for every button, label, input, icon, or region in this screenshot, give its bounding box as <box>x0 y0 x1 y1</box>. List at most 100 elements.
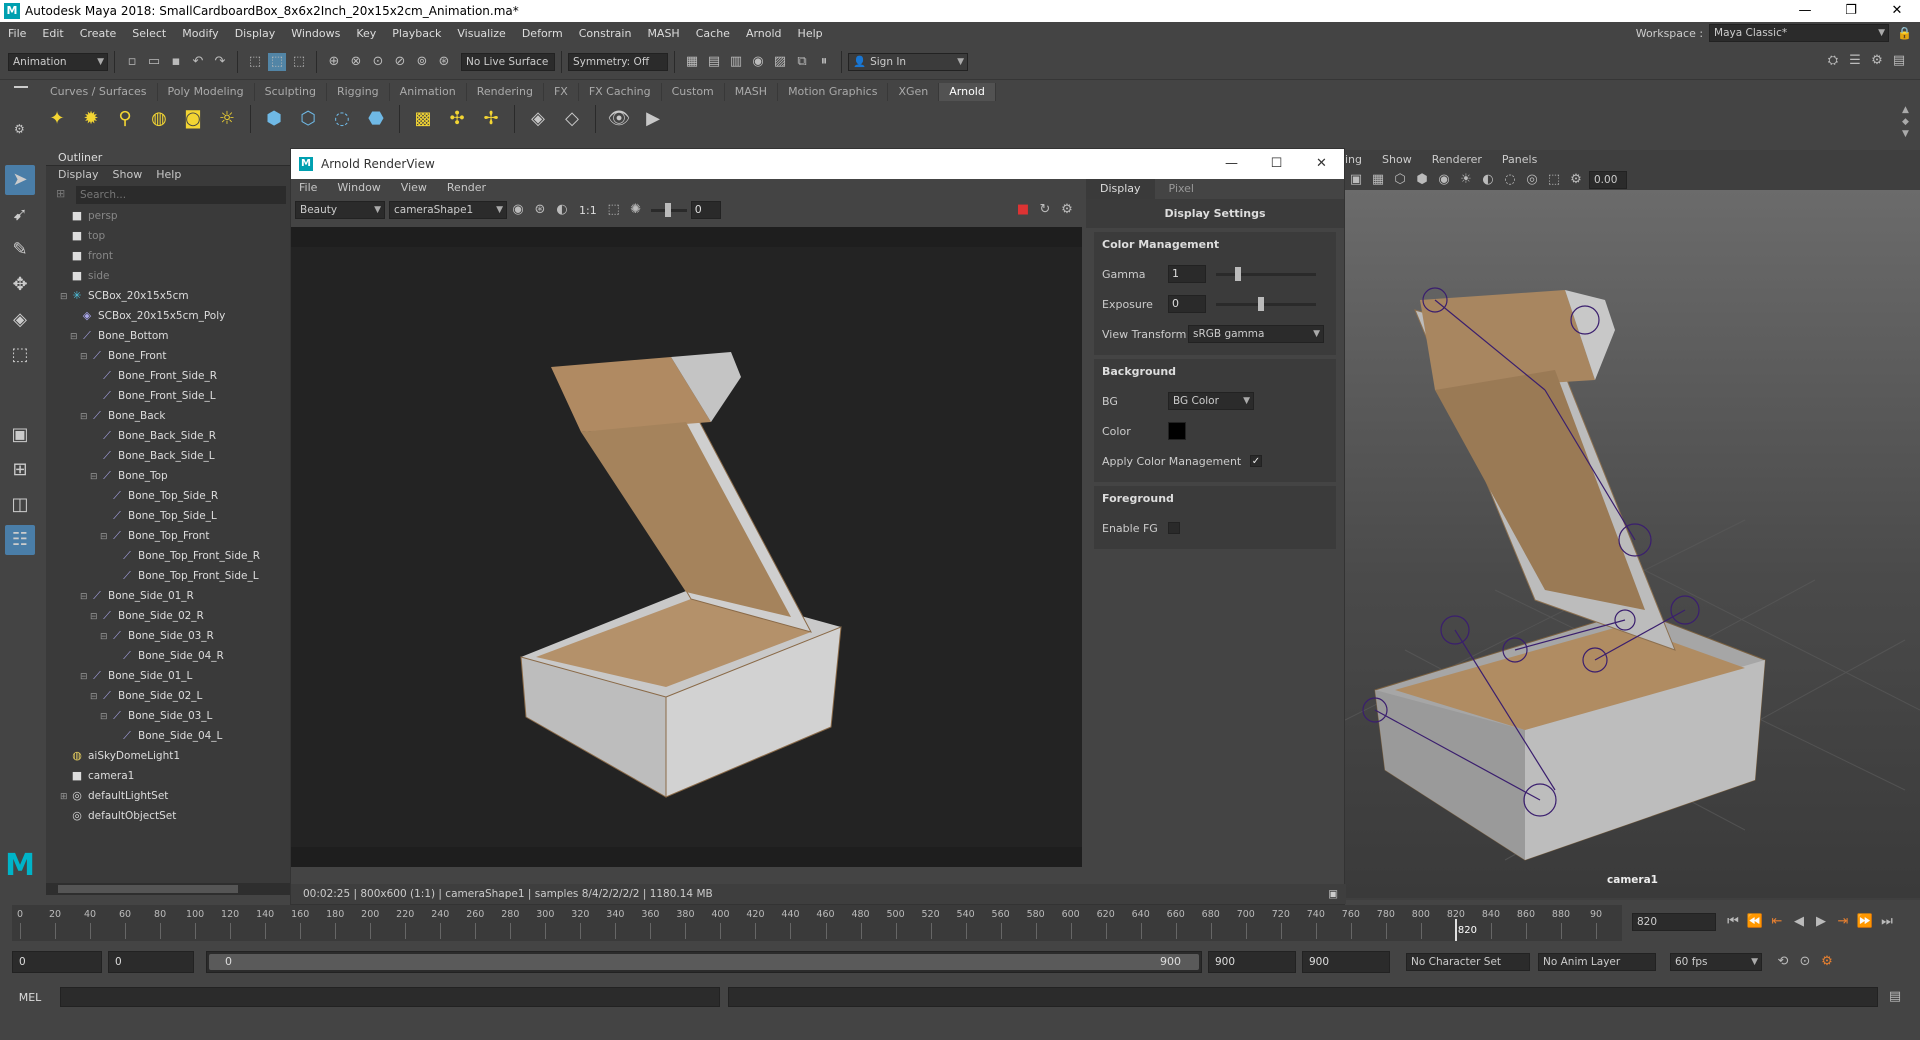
stop-render-icon[interactable]: ■ <box>1014 201 1032 219</box>
ipr-render-icon[interactable]: ▤ <box>705 53 723 71</box>
vp-resolution-icon[interactable]: ⬚ <box>1545 171 1563 189</box>
physical-sky-icon[interactable]: ☼ <box>213 105 241 133</box>
live-surface-field[interactable]: No Live Surface <box>461 52 555 71</box>
shelf-menu-icon[interactable] <box>14 86 28 88</box>
fps-dropdown[interactable]: 60 fps ▼ <box>1670 953 1762 971</box>
display-exposure-field[interactable]: 0 <box>1168 295 1206 313</box>
expand-toggle-icon[interactable]: ⊞ <box>60 787 70 807</box>
vp-menu-ing[interactable]: ing <box>1345 150 1362 170</box>
shelf-tab-mash[interactable]: MASH <box>725 83 779 101</box>
step-forward-frame-icon[interactable]: ⇥ <box>1834 913 1852 931</box>
outliner-item[interactable]: ⟋ Bone_Side_04_L <box>60 726 290 746</box>
light-portal-icon[interactable]: ◙ <box>179 105 207 133</box>
anim-start-field[interactable]: 0 <box>108 951 194 973</box>
outliner-item[interactable]: ⟋ Bone_Side_04_R <box>60 646 290 666</box>
step-forward-key-icon[interactable]: ⏩ <box>1856 913 1874 931</box>
menu-help[interactable]: Help <box>790 27 831 40</box>
outliner-item[interactable]: ⟋ Bone_Top_Side_L <box>60 506 290 526</box>
vp-menu-renderer[interactable]: Renderer <box>1432 150 1482 170</box>
render-mode-icon[interactable]: ◉ <box>509 201 527 219</box>
camera-dropdown[interactable]: cameraShape1 ▼ <box>389 201 507 219</box>
shelf-tab-xgen[interactable]: XGen <box>888 83 940 101</box>
outliner-item[interactable]: ⊟ ⟋ Bone_Front <box>60 346 290 366</box>
vp-menu-show[interactable]: Show <box>1382 150 1412 170</box>
new-scene-icon[interactable]: ▫ <box>123 53 141 71</box>
close-button[interactable]: ✕ <box>1874 0 1920 22</box>
tool-settings-icon[interactable]: ⚙ <box>1868 52 1886 70</box>
menu-deform[interactable]: Deform <box>514 27 571 40</box>
go-to-end-icon[interactable]: ⏭ <box>1878 913 1896 931</box>
select-component-icon[interactable]: ⬚ <box>290 53 308 71</box>
outliner-item[interactable]: ⟋ Bone_Back_Side_L <box>60 446 290 466</box>
modeling-toolkit-icon[interactable]: ⛭ <box>1824 52 1842 70</box>
photometric-light-icon[interactable]: ⚲ <box>111 105 139 133</box>
vp-isolate-icon[interactable]: ◎ <box>1523 171 1541 189</box>
mel-label[interactable]: MEL <box>0 991 60 1004</box>
vp-wireframe-icon[interactable]: ⬡ <box>1391 171 1409 189</box>
outliner-item[interactable]: ◎ defaultObjectSet <box>60 806 290 826</box>
undo-icon[interactable]: ↶ <box>189 53 207 71</box>
time-ruler[interactable]: 0 20 40 60 80 100 120 140 160 180 200 220 240 260 280 3… <box>12 905 1622 941</box>
snap-view-icon[interactable]: ⊘ <box>391 53 409 71</box>
mel-input[interactable] <box>60 987 720 1007</box>
auto-key-icon[interactable]: ⊙ <box>1796 953 1814 971</box>
script-editor-icon[interactable]: ▤ <box>1886 988 1904 1006</box>
outliner-item[interactable]: ⊟ ⟋ Bone_Side_02_L <box>60 686 290 706</box>
vp-exposure-icon[interactable]: ⚙ <box>1567 171 1585 189</box>
gamma-field[interactable]: 1 <box>1168 265 1206 283</box>
viewport-scene[interactable]: camera1 <box>1344 190 1920 898</box>
snap-grid-icon[interactable]: ⊕ <box>325 53 343 71</box>
exposure-slider-knob[interactable] <box>1258 296 1265 311</box>
menu-cache[interactable]: Cache <box>688 27 738 40</box>
menu-file[interactable]: File <box>0 27 34 40</box>
rotate-tool-icon[interactable]: ◈ <box>5 305 35 335</box>
enable-fg-checkbox[interactable] <box>1168 522 1180 534</box>
aov-dropdown[interactable]: Beauty ▼ <box>295 201 385 219</box>
outliner-item[interactable]: ⟋ Bone_Top_Front_Side_R <box>60 546 290 566</box>
anim-prefs-icon[interactable]: ⚙ <box>1818 953 1836 971</box>
snap-pivot-icon[interactable]: ⊛ <box>435 53 453 71</box>
step-back-frame-icon[interactable]: ⇤ <box>1768 913 1786 931</box>
outliner-item[interactable]: ■ persp <box>60 206 290 226</box>
expand-toggle-icon[interactable]: ⊟ <box>90 607 100 627</box>
shelf-tab-sculpting[interactable]: Sculpting <box>255 83 327 101</box>
vp-exposure-field[interactable]: 0.00 <box>1589 171 1627 189</box>
snap-curve-icon[interactable]: ⊗ <box>347 53 365 71</box>
menu-arnold[interactable]: Arnold <box>738 27 790 40</box>
material-icon[interactable]: ◈ <box>524 105 552 133</box>
render-view-icon[interactable]: ▨ <box>771 53 789 71</box>
rv-close-button[interactable]: ✕ <box>1299 149 1344 179</box>
search-filter-icon[interactable]: ⊞ <box>56 187 65 200</box>
bg-dropdown[interactable]: BG Color ▼ <box>1168 392 1254 410</box>
anim-layer-dropdown[interactable]: No Anim Layer <box>1538 953 1656 971</box>
rv-menu-file[interactable]: File <box>299 179 317 197</box>
outliner-menu-help[interactable]: Help <box>156 166 181 184</box>
outliner-item[interactable]: ⟋ Bone_Top_Front_Side_L <box>60 566 290 586</box>
vp-menu-panels[interactable]: Panels <box>1502 150 1537 170</box>
gamma-slider-knob[interactable] <box>1234 266 1241 281</box>
outliner-item[interactable]: ■ front <box>60 246 290 266</box>
outliner-item[interactable]: ■ camera1 <box>60 766 290 786</box>
outliner-item[interactable]: ⟋ Bone_Front_Side_L <box>60 386 290 406</box>
vp-grid-icon[interactable]: ▦ <box>1369 171 1387 189</box>
export-standin-icon[interactable]: ⬡ <box>294 105 322 133</box>
snap-surface-icon[interactable]: ⊚ <box>413 53 431 71</box>
render-current-frame-icon[interactable]: ▦ <box>683 53 701 71</box>
menuset-dropdown[interactable]: Animation ▼ <box>8 52 108 71</box>
expand-toggle-icon[interactable]: ⊟ <box>60 287 70 307</box>
outliner-item[interactable]: ◍ aiSkyDomeLight1 <box>60 746 290 766</box>
channel-box-icon[interactable]: ▤ <box>1890 52 1908 70</box>
expand-toggle-icon[interactable]: ⊟ <box>80 587 90 607</box>
shelf-tab-rigging[interactable]: Rigging <box>327 83 390 101</box>
range-slider[interactable]: 0 900 <box>206 951 1202 973</box>
expand-toggle-icon[interactable]: ⊟ <box>80 407 90 427</box>
menu-edit[interactable]: Edit <box>34 27 71 40</box>
view-transform-dropdown[interactable]: sRGB gamma ▼ <box>1188 325 1324 343</box>
crop-region-icon[interactable]: ⬚ <box>605 201 623 219</box>
shelf-settings-icon[interactable]: ⚙ <box>14 122 25 136</box>
expand-toggle-icon[interactable]: ⊟ <box>80 347 90 367</box>
exposure-slider[interactable] <box>650 202 687 217</box>
flush-textures-icon[interactable]: ✣ <box>443 105 471 133</box>
outliner-menu-show[interactable]: Show <box>113 166 143 184</box>
rv-menu-render[interactable]: Render <box>447 179 486 197</box>
